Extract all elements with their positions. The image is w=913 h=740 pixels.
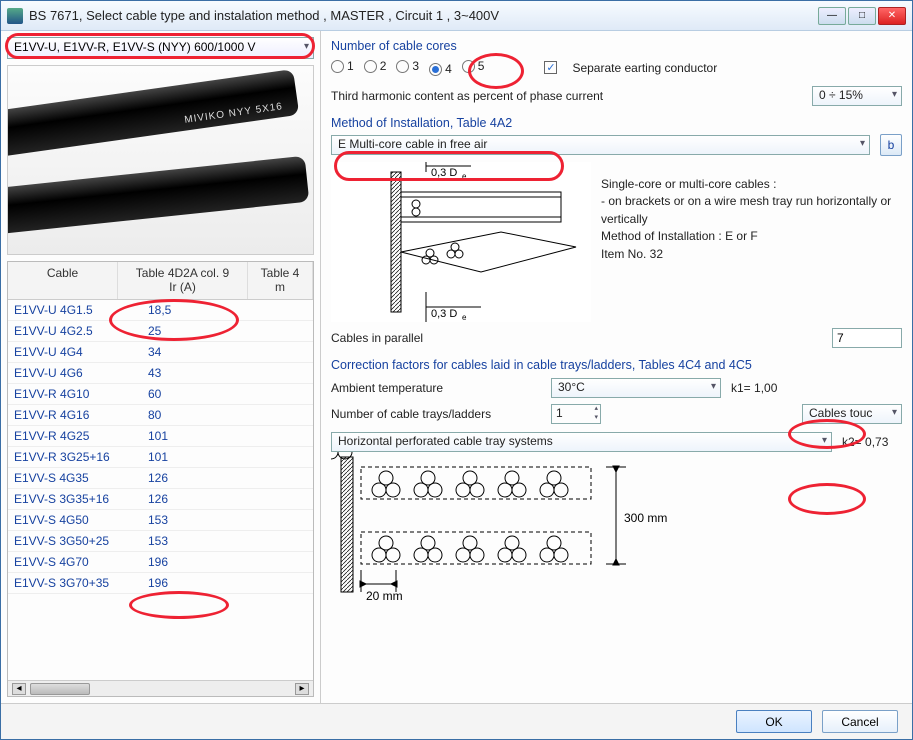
svg-text:20 mm: 20 mm (366, 589, 403, 602)
parallel-input[interactable] (832, 328, 902, 348)
k1-value: k1= 1,00 (731, 381, 791, 395)
cancel-button[interactable]: Cancel (822, 710, 898, 733)
table-header: Cable Table 4D2A col. 9 Ir (A) Table 4 m (8, 262, 313, 300)
svg-text:e: e (462, 172, 467, 181)
method-description: Single-core or multi-core cables : - on … (601, 162, 902, 322)
method-heading: Method of Installation, Table 4A2 (331, 116, 902, 130)
col-ir[interactable]: Table 4D2A col. 9 Ir (A) (118, 262, 248, 299)
table-row[interactable]: E1VV-R 4G1680 (8, 405, 313, 426)
minimize-button[interactable]: — (818, 7, 846, 25)
table-row[interactable]: E1VV-R 4G1060 (8, 384, 313, 405)
parallel-label: Cables in parallel (331, 331, 591, 345)
col-extra[interactable]: Table 4 m (248, 262, 313, 299)
table-row[interactable]: E1VV-S 4G35126 (8, 468, 313, 489)
install-diagram: 0,3 D e 0,3 D e (331, 162, 591, 322)
cores-heading: Number of cable cores (331, 39, 902, 53)
cores-radio-1[interactable]: 1 (331, 59, 354, 73)
tray-system-combo[interactable]: Horizontal perforated cable tray systems (331, 432, 832, 452)
svg-text:e: e (462, 313, 467, 322)
harmonic-combo[interactable]: 0 ÷ 15% (812, 86, 902, 106)
svg-text:0,3 D: 0,3 D (431, 308, 457, 320)
ok-button[interactable]: OK (736, 710, 812, 733)
table-row[interactable]: E1VV-S 4G70196 (8, 552, 313, 573)
ambient-label: Ambient temperature (331, 381, 541, 395)
table-row[interactable]: E1VV-U 4G2.525 (8, 321, 313, 342)
window-title: BS 7671, Select cable type and instalati… (29, 8, 818, 23)
cable-table[interactable]: Cable Table 4D2A col. 9 Ir (A) Table 4 m… (7, 261, 314, 697)
cores-radio-3[interactable]: 3 (396, 59, 419, 73)
separate-earthing-checkbox[interactable] (544, 61, 557, 74)
app-icon (7, 8, 23, 24)
k2-value: k2= 0,73 (842, 435, 902, 449)
trays-spin[interactable]: 1 (551, 404, 601, 424)
col-cable[interactable]: Cable (8, 262, 118, 299)
maximize-button[interactable]: □ (848, 7, 876, 25)
tray-diagram: 20 mm 300 mm (331, 452, 691, 602)
touching-combo[interactable]: Cables touc (802, 404, 902, 424)
table-row[interactable]: E1VV-S 3G70+35196 (8, 573, 313, 594)
cores-radio-2[interactable]: 2 (364, 59, 387, 73)
table-row[interactable]: E1VV-U 4G1.518,5 (8, 300, 313, 321)
cable-image: MIVIKO NYY 5X16 (7, 65, 314, 255)
h-scrollbar[interactable]: ◂▸ (8, 680, 313, 696)
method-b-button[interactable]: b (880, 134, 902, 156)
cores-radio-5[interactable]: 5 (462, 59, 485, 73)
harmonic-label: Third harmonic content as percent of pha… (331, 89, 603, 103)
table-row[interactable]: E1VV-R 4G25101 (8, 426, 313, 447)
titlebar: BS 7671, Select cable type and instalati… (1, 1, 912, 31)
svg-text:300 mm: 300 mm (624, 511, 667, 525)
svg-text:0,3 D: 0,3 D (431, 167, 457, 179)
method-combo[interactable]: E Multi-core cable in free air (331, 135, 870, 155)
table-row[interactable]: E1VV-U 4G434 (8, 342, 313, 363)
cable-type-combo[interactable]: E1VV-U, E1VV-R, E1VV-S (NYY) 600/1000 V (7, 37, 314, 59)
table-row[interactable]: E1VV-S 3G35+16126 (8, 489, 313, 510)
cores-radio-4[interactable]: 4 (429, 62, 452, 76)
ambient-combo[interactable]: 30°C (551, 378, 721, 398)
table-row[interactable]: E1VV-S 3G50+25153 (8, 531, 313, 552)
table-row[interactable]: E1VV-R 3G25+16101 (8, 447, 313, 468)
separate-earthing-label: Separate earting conductor (572, 61, 717, 75)
table-row[interactable]: E1VV-S 4G50153 (8, 510, 313, 531)
trays-label: Number of cable trays/ladders (331, 407, 541, 421)
table-row[interactable]: E1VV-U 4G643 (8, 363, 313, 384)
close-button[interactable]: ✕ (878, 7, 906, 25)
correction-heading: Correction factors for cables laid in ca… (331, 358, 902, 372)
